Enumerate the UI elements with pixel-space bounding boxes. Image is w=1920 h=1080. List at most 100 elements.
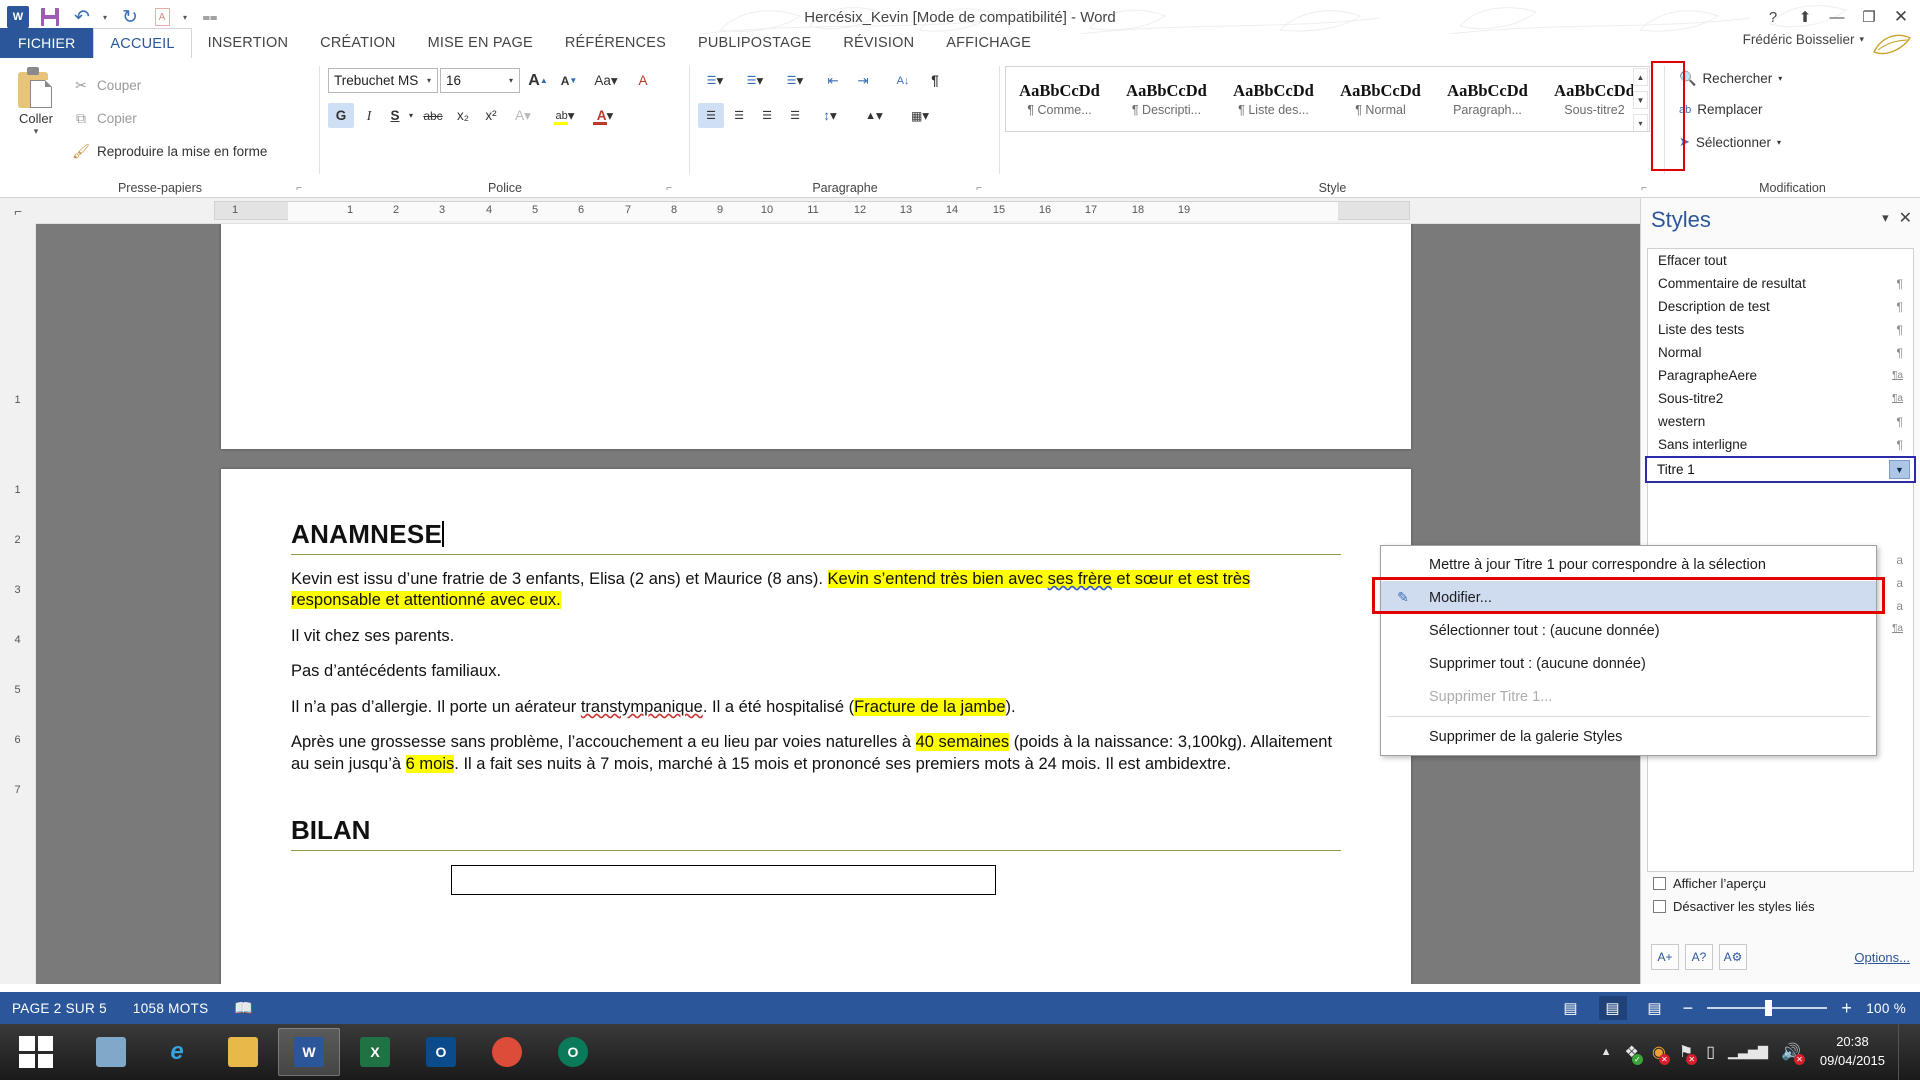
ruler-band[interactable]: 1 1 2 3 4 5 6 7 8 9 10 11 12 13 14 15 16…: [214, 201, 1410, 221]
taskbar-app-scanner[interactable]: [80, 1028, 142, 1076]
paragraph-dialog-launcher[interactable]: ⌐: [976, 183, 982, 194]
style-item-paragrapheaere[interactable]: ParagrapheAere ¶a: [1648, 364, 1913, 387]
view-read-mode-icon[interactable]: ▤: [1557, 996, 1585, 1020]
shrink-font-button[interactable]: A ▼: [556, 68, 582, 93]
style-item-sous-titre2[interactable]: Sous-titre2 ¶a: [1648, 387, 1913, 410]
document-body[interactable]: ANAMNESE Kevin est issu d’une fratrie de…: [291, 519, 1341, 896]
document-page-2[interactable]: ANAMNESE Kevin est issu d’une fratrie de…: [221, 469, 1411, 984]
taskbar-app-word[interactable]: W: [278, 1028, 340, 1076]
page-indicator[interactable]: PAGE 2 SUR 5: [12, 1001, 107, 1016]
ctx-delete-all[interactable]: Supprimer tout : (aucune donnée): [1381, 647, 1876, 680]
text-effects-button[interactable]: A ▾: [510, 103, 536, 128]
view-print-layout-icon[interactable]: ▤: [1598, 996, 1627, 1020]
tab-affichage[interactable]: AFFICHAGE: [930, 28, 1047, 58]
gallery-item-2[interactable]: AaBbCcDd ¶ Liste des...: [1220, 67, 1327, 131]
font-family-combo[interactable]: Trebuchet MS ▾: [328, 68, 438, 93]
superscript-button[interactable]: x²: [478, 103, 504, 128]
close-icon[interactable]: ✕: [1899, 208, 1912, 228]
minimize-icon[interactable]: —: [1822, 3, 1852, 31]
format-painter-button[interactable]: 🖌 Reproduire la mise en forme: [72, 142, 267, 160]
styles-options-link[interactable]: Options...: [1854, 950, 1910, 965]
increase-indent-button[interactable]: ⇥: [850, 68, 876, 93]
zoom-slider-thumb[interactable]: [1765, 1000, 1773, 1016]
new-style-icon[interactable]: A+: [1651, 944, 1679, 970]
network-signal-icon[interactable]: ▁▃▅▇: [1728, 1044, 1768, 1060]
document-page-1[interactable]: [221, 224, 1411, 449]
align-center-button[interactable]: ☰: [726, 103, 752, 128]
ribbon-display-options-icon[interactable]: ⬆: [1790, 3, 1820, 31]
taskbar-app-internet-explorer[interactable]: e: [146, 1028, 208, 1076]
style-item-commentaire-de-resultat[interactable]: Commentaire de resultat ¶: [1648, 272, 1913, 295]
gallery-item-1[interactable]: AaBbCcDd ¶ Descripti...: [1113, 67, 1220, 131]
document-paragraph-5[interactable]: Après une grossesse sans problème, l’acc…: [291, 732, 1341, 775]
chevron-down-icon[interactable]: ▾: [1778, 74, 1782, 83]
zoom-slider[interactable]: [1707, 1000, 1828, 1016]
document-heading-bilan[interactable]: BILAN: [291, 815, 1341, 852]
taskbar-app-chrome[interactable]: [476, 1028, 538, 1076]
tab-publipostage[interactable]: PUBLIPOSTAGE: [682, 28, 827, 58]
taskbar[interactable]: e W X O O ▲ ❖ ✓ ◉ ✕ ⚑ ✕ ▯ ▁▃▅▇ 🔊 ✕ 20:38…: [0, 1024, 1920, 1080]
taskbar-app-opera[interactable]: O: [542, 1028, 604, 1076]
taskbar-apps[interactable]: e W X O O: [80, 1028, 604, 1076]
select-button[interactable]: ➤ Sélectionner ▾: [1679, 134, 1781, 150]
view-web-layout-icon[interactable]: ▤: [1641, 996, 1669, 1020]
italic-button[interactable]: I: [356, 103, 382, 128]
close-icon[interactable]: ✕: [1886, 3, 1916, 31]
shading-button[interactable]: ▲ ▾: [856, 103, 892, 128]
word-count[interactable]: 1058 MOTS: [133, 1001, 208, 1016]
style-dialog-launcher[interactable]: ⌐: [1641, 183, 1647, 194]
chevron-down-icon[interactable]: ▾: [423, 76, 435, 85]
grow-font-button[interactable]: A ▲: [525, 68, 551, 93]
ctx-update-to-match-selection[interactable]: Mettre à jour Titre 1 pour correspondre …: [1381, 548, 1876, 581]
style-item-normal[interactable]: Normal ¶: [1648, 341, 1913, 364]
chevron-down-icon[interactable]: ▾: [1777, 138, 1781, 147]
ribbon-tabs[interactable]: FICHIER ACCUEIL INSERTION CRÉATION MISE …: [0, 28, 1920, 58]
document-paragraph-1[interactable]: Kevin est issu d’une fratrie de 3 enfant…: [291, 569, 1341, 612]
style-context-menu[interactable]: Mettre à jour Titre 1 pour correspondre …: [1380, 545, 1877, 756]
gallery-scroll-buttons[interactable]: ▲ ▼ ▾: [1633, 68, 1648, 131]
style-inspector-icon[interactable]: A?: [1685, 944, 1713, 970]
gallery-more-icon[interactable]: ▾: [1633, 114, 1648, 131]
zoom-out-button[interactable]: −: [1683, 998, 1694, 1019]
ctx-select-all[interactable]: Sélectionner tout : (aucune donnée): [1381, 614, 1876, 647]
bullets-button[interactable]: ☰ ▾: [698, 68, 732, 93]
font-color-button[interactable]: A ▾: [588, 103, 622, 128]
document-paragraph-3[interactable]: Pas d’antécédents familiaux.: [291, 661, 1341, 682]
style-gallery[interactable]: AaBbCcDd ¶ Comme... AaBbCcDd ¶ Descripti…: [1005, 66, 1650, 132]
disable-linked-styles-checkbox[interactable]: Désactiver les styles liés: [1653, 899, 1815, 914]
action-center-flag-icon[interactable]: ⚑ ✕: [1679, 1042, 1698, 1065]
chevron-down-icon[interactable]: ▾: [505, 76, 517, 85]
tab-accueil[interactable]: ACCUEIL: [93, 28, 192, 58]
pane-options-icon[interactable]: ▾: [1882, 210, 1889, 226]
tab-references[interactable]: RÉFÉRENCES: [549, 28, 682, 58]
system-tray[interactable]: ▲ ❖ ✓ ◉ ✕ ⚑ ✕ ▯ ▁▃▅▇ 🔊 ✕ 20:38 09/04/2015: [1601, 1024, 1920, 1080]
checkbox-icon[interactable]: [1653, 877, 1666, 890]
battery-icon[interactable]: ▯: [1706, 1042, 1715, 1062]
tab-fichier[interactable]: FICHIER: [0, 28, 94, 58]
style-item-description-de-test[interactable]: Description de test ¶: [1648, 295, 1913, 318]
styles-pane-footer[interactable]: A+ A? A⚙ Options...: [1651, 944, 1910, 970]
clear-formatting-button[interactable]: A: [630, 68, 656, 93]
show-desktop-button[interactable]: [1898, 1024, 1908, 1080]
sort-button[interactable]: A↓: [890, 68, 916, 93]
style-item-liste-des-tests[interactable]: Liste des tests ¶: [1648, 318, 1913, 341]
gallery-item-0[interactable]: AaBbCcDd ¶ Comme...: [1006, 67, 1113, 131]
style-dropdown-icon[interactable]: ▼: [1889, 460, 1910, 479]
gallery-item-5[interactable]: AaBbCcDd Sous-titre2: [1541, 67, 1648, 131]
find-button[interactable]: 🔍 Rechercher ▾: [1679, 70, 1782, 87]
style-item-effacer-tout[interactable]: Effacer tout: [1648, 249, 1913, 272]
copy-button[interactable]: ⧉ Copier: [72, 109, 137, 127]
taskbar-app-excel[interactable]: X: [344, 1028, 406, 1076]
highlight-color-button[interactable]: ab ▾: [548, 103, 582, 128]
antivirus-icon[interactable]: ◉ ✕: [1652, 1042, 1670, 1065]
clipboard-dialog-launcher[interactable]: ⌐: [296, 183, 302, 194]
paste-button[interactable]: Coller ▾: [8, 66, 64, 137]
borders-button[interactable]: ▦ ▾: [902, 103, 938, 128]
checkbox-icon[interactable]: [1653, 900, 1666, 913]
document-paragraph-2[interactable]: Il vit chez ses parents.: [291, 626, 1341, 647]
change-case-button[interactable]: Aa ▾: [588, 68, 624, 93]
ctx-modify[interactable]: ✎ Modifier...: [1381, 581, 1876, 614]
align-right-button[interactable]: ☰: [754, 103, 780, 128]
font-size-combo[interactable]: 16 ▾: [440, 68, 520, 93]
zoom-level[interactable]: 100 %: [1866, 1001, 1906, 1016]
